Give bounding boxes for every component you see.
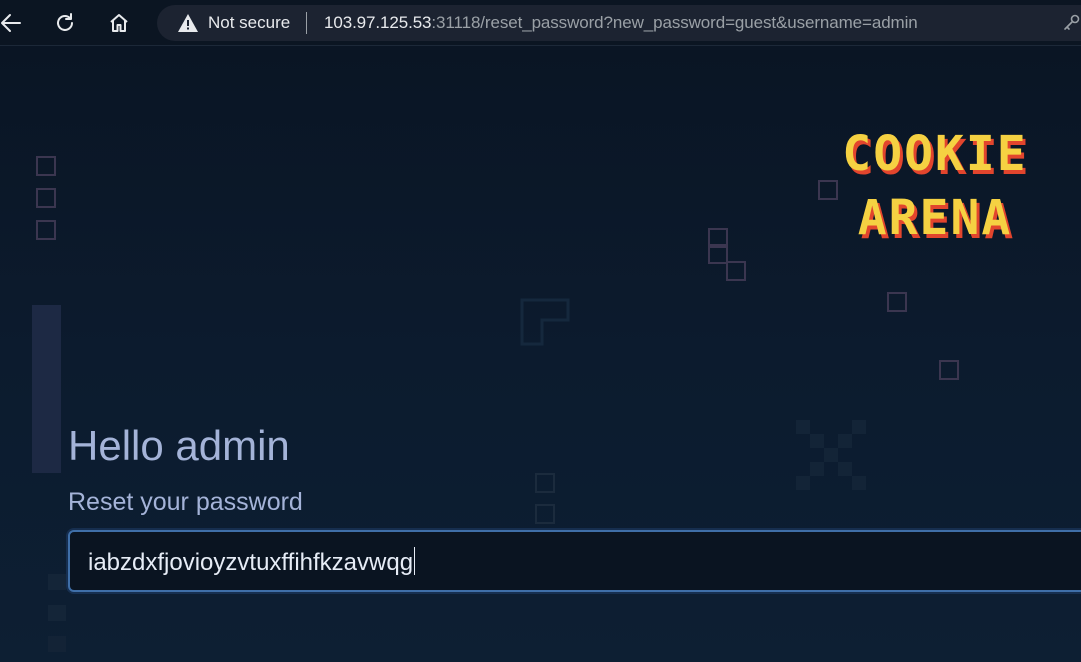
warning-triangle-icon[interactable] <box>177 13 199 33</box>
decor-square <box>36 220 56 240</box>
decor-square <box>726 261 746 281</box>
new-password-input[interactable]: iabzdxfjovioyzvtuxffihfkzavwqg <box>68 530 1081 592</box>
decor-block <box>48 605 66 621</box>
decor-square <box>36 156 56 176</box>
decor-x-shape <box>796 420 866 490</box>
browser-toolbar: Not secure 103.97.125.53:31118/reset_pas… <box>0 0 1081 46</box>
reset-subtitle: Reset your password <box>68 488 303 516</box>
password-value-text: iabzdxfjovioyzvtuxffihfkzavwqg <box>88 549 414 576</box>
decor-square <box>36 188 56 208</box>
decor-outline-shape <box>520 298 570 346</box>
home-icon <box>110 14 128 32</box>
url-text[interactable]: 103.97.125.53:31118/reset_password?new_p… <box>324 12 918 34</box>
logo-line2: ARENA <box>858 190 1013 244</box>
address-divider <box>306 12 307 34</box>
text-caret <box>414 547 416 575</box>
logo-line1: COOKIE <box>842 126 1027 182</box>
decor-square <box>708 244 728 264</box>
key-icon[interactable] <box>1063 14 1081 32</box>
decor-square <box>535 473 555 493</box>
address-bar[interactable]: Not secure 103.97.125.53:31118/reset_pas… <box>157 5 1081 41</box>
decor-square <box>939 360 959 380</box>
decor-block <box>48 636 66 652</box>
password-value: iabzdxfjovioyzvtuxffihfkzavwqg <box>88 547 416 578</box>
decor-bar <box>32 305 61 473</box>
url-host: 103.97.125.53 <box>324 13 432 32</box>
arrow-left-icon <box>1 14 21 32</box>
not-secure-label[interactable]: Not secure <box>208 12 290 34</box>
decor-square <box>887 292 907 312</box>
decor-block <box>48 574 66 590</box>
back-button[interactable] <box>0 8 26 38</box>
cookie-arena-logo: COOKIE COOKIE ARENA ARENA <box>842 126 1028 244</box>
reload-button[interactable] <box>50 8 80 38</box>
url-path: :31118/reset_password?new_password=guest… <box>431 13 918 32</box>
home-button[interactable] <box>104 8 134 38</box>
greeting-heading: Hello admin <box>68 422 290 469</box>
page-content: COOKIE COOKIE ARENA ARENA Hello admin Re… <box>0 46 1081 662</box>
reload-icon <box>57 13 73 31</box>
decor-square <box>535 504 555 524</box>
